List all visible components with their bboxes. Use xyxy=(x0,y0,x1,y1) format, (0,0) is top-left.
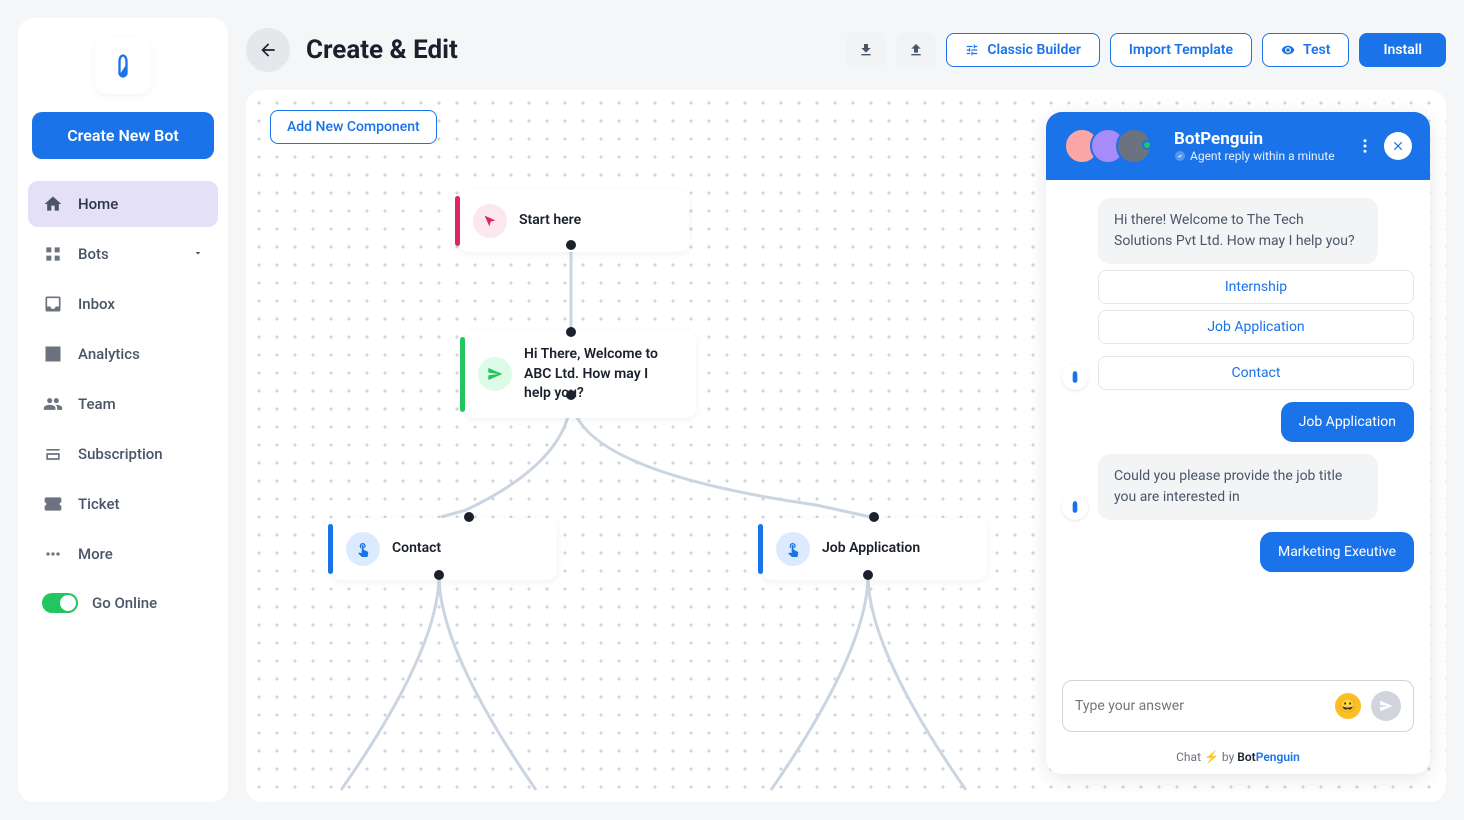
connector-dot[interactable] xyxy=(566,240,576,250)
page-title: Create & Edit xyxy=(306,35,458,65)
go-online-row: Go Online xyxy=(28,581,218,625)
sidebar: Create New Bot Home Bots Inbox Analytics… xyxy=(18,18,228,802)
chat-subtitle: Agent reply within a minute xyxy=(1174,149,1344,163)
subscription-icon xyxy=(42,443,64,465)
bot-message: Could you please provide the job title y… xyxy=(1062,454,1414,520)
flow-canvas[interactable]: Add New Component Start here Hi There, W… xyxy=(246,90,1446,802)
connector-dot[interactable] xyxy=(434,570,444,580)
more-icon xyxy=(42,543,64,565)
close-icon xyxy=(1391,139,1405,153)
chat-avatars xyxy=(1064,128,1162,164)
flow-node-welcome[interactable]: Hi There, Welcome to ABC Ltd. How may I … xyxy=(464,331,696,418)
classic-builder-button[interactable]: Classic Builder xyxy=(946,33,1100,67)
sidebar-item-subscription[interactable]: Subscription xyxy=(28,431,218,477)
arrow-left-icon xyxy=(258,40,278,60)
install-button[interactable]: Install xyxy=(1359,33,1446,67)
user-message: Marketing Exeutive xyxy=(1260,532,1414,572)
connector-dot[interactable] xyxy=(566,390,576,400)
more-vertical-icon[interactable] xyxy=(1356,137,1374,155)
header-actions: Classic Builder Import Template Test Ins… xyxy=(846,32,1446,68)
connector-dot[interactable] xyxy=(863,570,873,580)
bots-icon xyxy=(42,243,64,265)
sidebar-item-label: Home xyxy=(78,195,118,213)
back-button[interactable] xyxy=(246,28,290,72)
chat-input-row: 😀 xyxy=(1046,667,1430,744)
sidebar-item-inbox[interactable]: Inbox xyxy=(28,281,218,327)
connector-dot[interactable] xyxy=(869,512,879,522)
sidebar-item-home[interactable]: Home xyxy=(28,181,218,227)
sidebar-item-ticket[interactable]: Ticket xyxy=(28,481,218,527)
bot-avatar xyxy=(1062,494,1088,520)
sidebar-item-label: Subscription xyxy=(78,445,163,463)
sliders-icon xyxy=(965,43,979,57)
sidebar-item-bots[interactable]: Bots xyxy=(28,231,218,277)
tap-icon xyxy=(346,532,380,566)
inbox-icon xyxy=(42,293,64,315)
eye-icon xyxy=(1281,43,1295,57)
ticket-icon xyxy=(42,493,64,515)
sidebar-item-label: Team xyxy=(78,395,116,413)
connector-dot[interactable] xyxy=(566,327,576,337)
flow-node-contact[interactable]: Contact xyxy=(332,518,557,580)
bot-message-row: Contact xyxy=(1062,356,1414,390)
sidebar-item-label: Bots xyxy=(78,245,109,263)
upload-button[interactable] xyxy=(896,32,936,68)
main-content: Create & Edit Classic Builder Import Tem… xyxy=(246,18,1446,802)
analytics-icon xyxy=(42,343,64,365)
chat-header: BotPenguin Agent reply within a minute xyxy=(1046,112,1430,180)
go-online-label: Go Online xyxy=(92,594,157,612)
flow-node-job-application[interactable]: Job Application xyxy=(762,518,987,580)
chat-input[interactable] xyxy=(1075,698,1325,714)
download-button[interactable] xyxy=(846,32,886,68)
header: Create & Edit Classic Builder Import Tem… xyxy=(246,18,1446,90)
chat-header-actions xyxy=(1356,132,1412,160)
chat-option[interactable]: Contact xyxy=(1098,356,1414,390)
team-icon xyxy=(42,393,64,415)
chat-body: Hi there! Welcome to The Tech Solutions … xyxy=(1046,180,1430,667)
sidebar-item-label: Analytics xyxy=(78,345,140,363)
create-new-bot-button[interactable]: Create New Bot xyxy=(32,112,214,159)
online-status-dot xyxy=(1142,140,1152,150)
chat-close-button[interactable] xyxy=(1384,132,1412,160)
tap-icon xyxy=(776,532,810,566)
chat-title-block: BotPenguin Agent reply within a minute xyxy=(1174,129,1344,163)
check-badge-icon xyxy=(1174,150,1186,162)
chat-option[interactable]: Job Application xyxy=(1098,310,1414,344)
sidebar-item-label: Ticket xyxy=(78,495,120,513)
send-icon xyxy=(1379,699,1393,713)
chat-option[interactable]: Internship xyxy=(1098,270,1414,304)
emoji-button[interactable]: 😀 xyxy=(1335,693,1361,719)
sidebar-item-label: Inbox xyxy=(78,295,115,313)
sidebar-item-team[interactable]: Team xyxy=(28,381,218,427)
chevron-down-icon xyxy=(192,245,204,263)
chat-input-box: 😀 xyxy=(1062,680,1414,732)
download-icon xyxy=(858,42,874,58)
upload-icon xyxy=(908,42,924,58)
chat-options: Internship Job Application xyxy=(1098,270,1414,344)
send-icon xyxy=(478,357,512,391)
cursor-icon xyxy=(473,204,507,238)
bot-message: Hi there! Welcome to The Tech Solutions … xyxy=(1062,198,1414,264)
go-online-toggle[interactable] xyxy=(42,593,78,613)
connector-dot[interactable] xyxy=(464,512,474,522)
penguin-icon xyxy=(109,52,137,80)
chat-title: BotPenguin xyxy=(1174,129,1344,149)
user-message: Job Application xyxy=(1281,402,1414,442)
send-button[interactable] xyxy=(1371,691,1401,721)
chat-preview-widget: BotPenguin Agent reply within a minute xyxy=(1046,112,1430,774)
sidebar-item-label: More xyxy=(78,545,113,563)
logo xyxy=(95,38,151,94)
home-icon xyxy=(42,193,64,215)
sidebar-item-more[interactable]: More xyxy=(28,531,218,577)
sidebar-item-analytics[interactable]: Analytics xyxy=(28,331,218,377)
test-button[interactable]: Test xyxy=(1262,33,1349,67)
bot-avatar xyxy=(1062,364,1088,390)
chat-footer: Chat ⚡ by BotPenguin xyxy=(1046,744,1430,774)
import-template-button[interactable]: Import Template xyxy=(1110,33,1252,67)
